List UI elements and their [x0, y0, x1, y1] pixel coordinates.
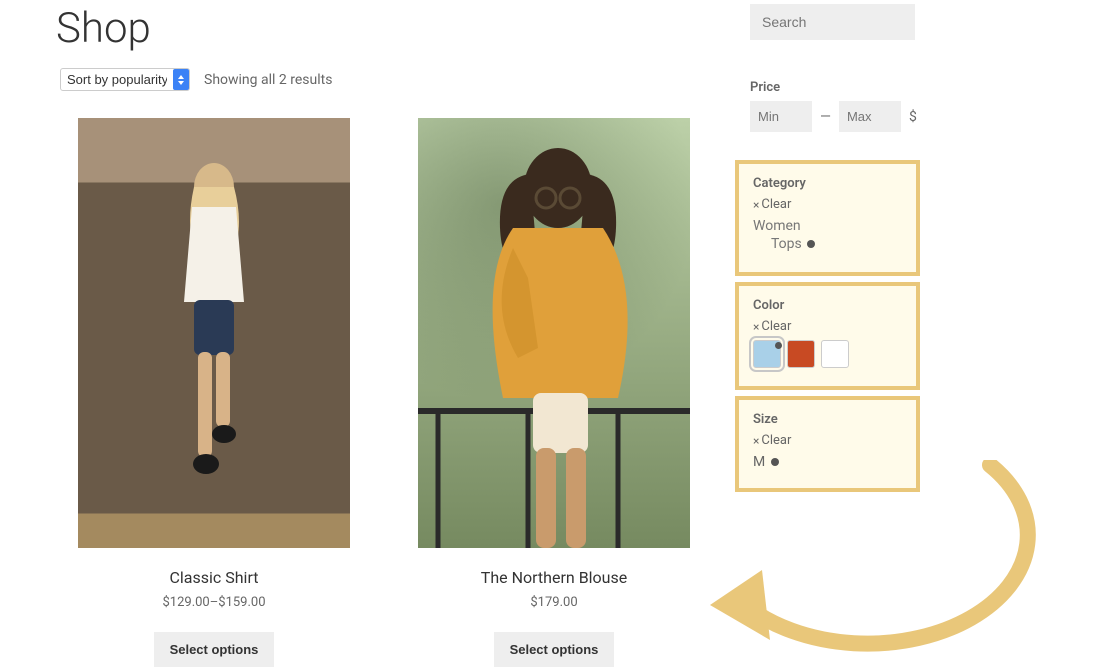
select-options-button[interactable]: Select options — [494, 632, 615, 667]
product-price: $179.00 — [418, 595, 690, 610]
selected-dot-icon — [771, 458, 779, 466]
filter-title: Size — [753, 412, 902, 427]
price-min-input[interactable] — [750, 101, 812, 132]
sort-select[interactable]: Sort by popularity — [60, 68, 190, 91]
page-title: Shop — [56, 4, 151, 53]
filter-title: Color — [753, 298, 902, 313]
category-filter-box: Category × Clear Women Tops — [735, 160, 920, 276]
search-input[interactable] — [750, 4, 915, 40]
price-label: Price — [750, 80, 920, 95]
category-child-label: Tops — [771, 236, 802, 252]
product-image[interactable] — [78, 118, 350, 548]
selected-dot-icon — [775, 342, 782, 349]
product-card: Classic Shirt $129.00–$159.00 Select opt… — [78, 118, 350, 667]
product-figure-icon — [418, 118, 690, 548]
product-image[interactable] — [418, 118, 690, 548]
select-options-button[interactable]: Select options — [154, 632, 275, 667]
color-swatch-white[interactable] — [821, 340, 849, 368]
filter-title: Category — [753, 176, 902, 191]
clear-x-icon: × — [753, 320, 759, 334]
clear-label: Clear — [761, 319, 791, 334]
price-filter: Price — $ — [750, 80, 920, 132]
size-filter-box: Size × Clear M — [735, 396, 920, 492]
price-dash: — — [820, 109, 831, 125]
sort-row: Sort by popularity Showing all 2 results — [60, 68, 332, 91]
clear-color-link[interactable]: × Clear — [753, 319, 902, 334]
clear-x-icon: × — [753, 198, 759, 212]
selected-dot-icon — [807, 240, 815, 248]
category-item-women[interactable]: Women — [753, 218, 902, 234]
product-title: Classic Shirt — [78, 568, 350, 587]
product-card: The Northern Blouse $179.00 Select optio… — [418, 118, 690, 667]
clear-label: Clear — [761, 197, 791, 212]
clear-size-link[interactable]: × Clear — [753, 433, 902, 448]
color-swatch-orange[interactable] — [787, 340, 815, 368]
price-max-input[interactable] — [839, 101, 901, 132]
clear-x-icon: × — [753, 434, 759, 448]
size-label: M — [753, 454, 765, 470]
color-swatch-lightblue[interactable] — [753, 340, 781, 368]
clear-category-link[interactable]: × Clear — [753, 197, 902, 212]
product-figure-icon — [154, 152, 274, 482]
product-grid: Classic Shirt $129.00–$159.00 Select opt… — [78, 118, 690, 667]
product-title: The Northern Blouse — [418, 568, 690, 587]
category-item-tops[interactable]: Tops — [753, 236, 902, 252]
sidebar: Price — $ — [750, 4, 920, 132]
result-count: Showing all 2 results — [204, 72, 332, 88]
sort-select-wrap: Sort by popularity — [60, 68, 190, 91]
color-swatches — [753, 340, 902, 368]
clear-label: Clear — [761, 433, 791, 448]
color-filter-box: Color × Clear — [735, 282, 920, 390]
price-inputs: — $ — [750, 101, 920, 132]
price-currency: $ — [909, 109, 917, 125]
size-item-m[interactable]: M — [753, 454, 902, 470]
product-price: $129.00–$159.00 — [78, 595, 350, 610]
